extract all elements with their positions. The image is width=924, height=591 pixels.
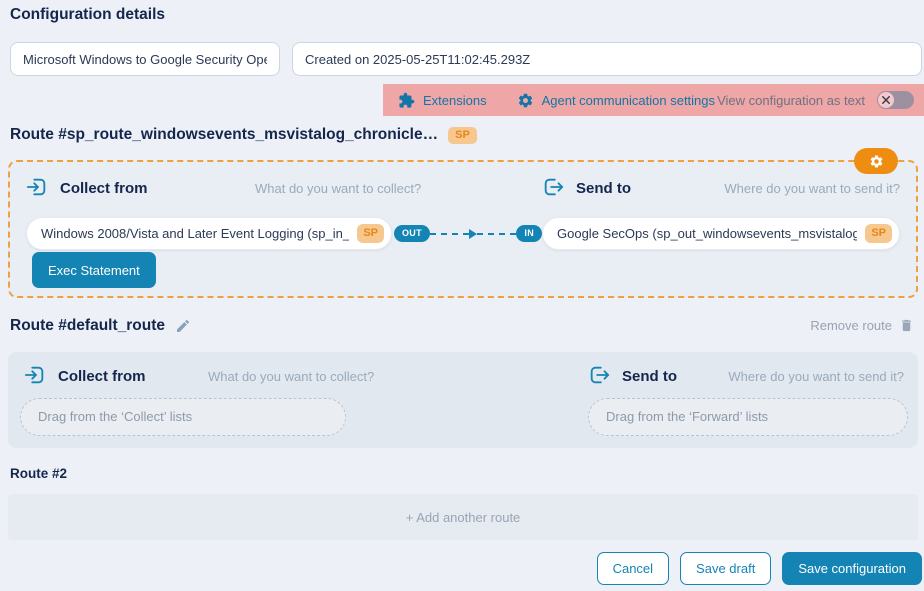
- edit-route-pencil-icon[interactable]: [175, 318, 191, 334]
- agent-communication-settings-label: Agent communication settings: [542, 93, 715, 108]
- gear-icon: [517, 92, 534, 109]
- save-draft-button[interactable]: Save draft: [680, 552, 771, 585]
- extensions-puzzle-icon: [398, 92, 415, 109]
- out-port[interactable]: OUT: [394, 225, 430, 242]
- connector-dash-left: [430, 233, 469, 235]
- route2-header: Route #default_route: [10, 317, 191, 335]
- config-toolbar: Extensions Agent communication settings …: [383, 84, 924, 116]
- config-created-input[interactable]: [292, 42, 922, 76]
- destination-chip[interactable]: Google SecOps (sp_out_windowsevents_msvi…: [542, 217, 900, 250]
- collect-drop-zone[interactable]: Drag from the ‘Collect’ lists: [20, 398, 346, 436]
- send-to-icon: [542, 176, 564, 201]
- extensions-label: Extensions: [423, 93, 487, 108]
- route1-settings-button[interactable]: [854, 148, 898, 174]
- source-chip-sp-badge: SP: [357, 224, 384, 243]
- page-title: Configuration details: [10, 6, 165, 24]
- route1-title: Route #sp_route_windowsevents_msvistalog…: [10, 126, 438, 144]
- connector-dash-right: [477, 233, 516, 235]
- collect-hint: What do you want to collect?: [208, 369, 374, 384]
- route2-title: Route #default_route: [10, 317, 165, 335]
- remove-route-label: Remove route: [810, 318, 892, 333]
- send-hint: Where do you want to send it?: [724, 181, 900, 196]
- config-name-input[interactable]: [10, 42, 280, 76]
- bottom-actions: Cancel Save draft Save configuration: [597, 552, 922, 585]
- exec-statement-button[interactable]: Exec Statement: [32, 252, 156, 288]
- send-to-icon: [588, 364, 610, 389]
- destination-chip-label: Google SecOps (sp_out_windowsevents_msvi…: [557, 226, 857, 241]
- add-another-route-button[interactable]: + Add another route: [8, 494, 918, 540]
- route1-header: Route #sp_route_windowsevents_msvistalog…: [10, 126, 477, 144]
- cancel-button[interactable]: Cancel: [597, 552, 669, 585]
- send-hint: Where do you want to send it?: [728, 369, 904, 384]
- configuration-page: Configuration details Extensions Agent c…: [0, 0, 924, 591]
- toggle-x-icon: [878, 92, 894, 108]
- source-chip[interactable]: Windows 2008/Vista and Later Event Loggi…: [26, 217, 392, 250]
- agent-communication-settings-button[interactable]: Agent communication settings: [517, 92, 715, 109]
- view-configuration-as-text-label: View configuration as text: [717, 93, 865, 108]
- source-chip-label: Windows 2008/Vista and Later Event Loggi…: [41, 226, 349, 241]
- route-connector: OUT IN: [394, 217, 542, 250]
- view-configuration-toggle[interactable]: [877, 91, 914, 109]
- route2-panel: Collect from What do you want to collect…: [8, 352, 918, 448]
- connector-arrow-icon: [469, 229, 477, 239]
- destination-chip-sp-badge: SP: [865, 224, 892, 243]
- collect-from-label: Collect from: [58, 368, 146, 385]
- in-port[interactable]: IN: [516, 225, 542, 242]
- route1-sp-badge: SP: [448, 127, 477, 144]
- trash-icon: [899, 318, 914, 333]
- route2-send-header: Send to: [588, 364, 677, 389]
- collect-from-label: Collect from: [60, 180, 148, 197]
- collect-from-icon: [24, 364, 46, 389]
- send-to-label: Send to: [576, 180, 631, 197]
- extensions-button[interactable]: Extensions: [398, 92, 487, 109]
- forward-drop-zone[interactable]: Drag from the ‘Forward’ lists: [588, 398, 908, 436]
- remove-route-button[interactable]: Remove route: [810, 318, 914, 333]
- collect-hint: What do you want to collect?: [255, 181, 421, 196]
- route2-collect-header: Collect from: [24, 364, 146, 389]
- route1-send-header: Send to: [542, 176, 631, 201]
- collect-from-icon: [26, 176, 48, 201]
- add-another-route-label: + Add another route: [406, 510, 521, 525]
- save-configuration-button[interactable]: Save configuration: [782, 552, 922, 585]
- route1-collect-header: Collect from: [26, 176, 148, 201]
- gear-icon: [869, 154, 884, 169]
- send-to-label: Send to: [622, 368, 677, 385]
- config-fields-row: [10, 42, 922, 76]
- route3-title: Route #2: [10, 466, 67, 481]
- route1-panel: Collect from What do you want to collect…: [8, 160, 918, 298]
